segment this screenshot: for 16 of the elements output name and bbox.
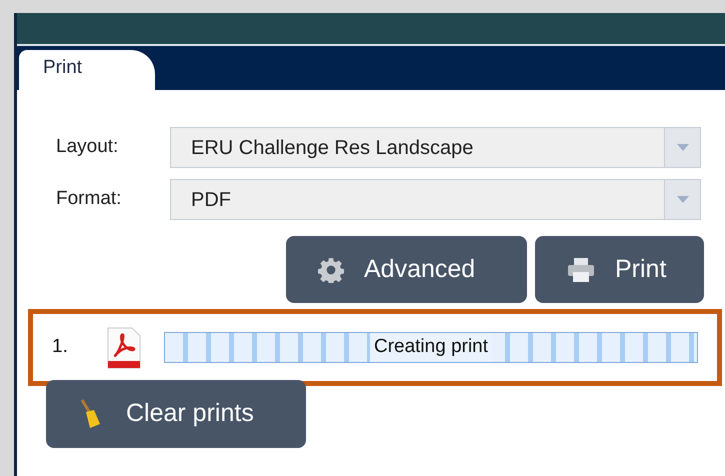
print-button[interactable]: Print — [535, 236, 704, 303]
caret-icon — [664, 128, 700, 167]
dropdown[interactable]: PDF — [170, 179, 701, 220]
printer-icon — [567, 256, 595, 282]
caret-icon — [664, 180, 700, 219]
job-number: 1. — [52, 335, 69, 360]
clear-prints-button[interactable]: Clear prints — [46, 380, 306, 448]
gear-icon — [318, 256, 344, 282]
broom-icon — [78, 399, 102, 429]
advanced-button[interactable]: Advanced — [286, 236, 527, 303]
tab[interactable]: Print — [19, 50, 155, 90]
pdf-file-icon[interactable] — [106, 326, 142, 368]
field-label: Format: — [56, 187, 122, 212]
progress-status: Creating print — [370, 333, 492, 362]
dropdown[interactable]: ERU Challenge Res Landscape — [170, 127, 701, 168]
field-label: Layout: — [56, 135, 120, 160]
